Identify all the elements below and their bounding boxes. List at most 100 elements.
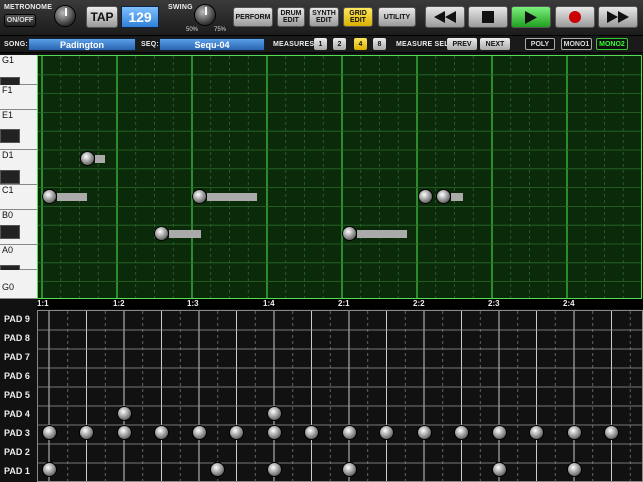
song-label: SONG: (4, 41, 28, 48)
play-button[interactable] (511, 6, 551, 28)
drum-hit[interactable] (42, 462, 57, 477)
note-length[interactable] (357, 230, 407, 238)
timeline-ruler[interactable]: 1:1 1:2 1:3 1:4 2:1 2:2 2:3 2:4 (37, 299, 643, 309)
metronome-label: METRONOME (4, 4, 53, 11)
note-length[interactable] (207, 193, 257, 201)
note-grid[interactable] (37, 55, 642, 299)
pad-label: PAD 2 (4, 447, 30, 457)
drum-hit[interactable] (267, 406, 282, 421)
swing-max-label: 75% (214, 27, 227, 33)
beat-marker: 2:1 (338, 299, 350, 308)
tap-tempo-button[interactable]: TAP (86, 6, 118, 28)
key-c1[interactable]: C1 (0, 185, 37, 210)
pad-label: PAD 1 (4, 466, 30, 476)
drum-hit[interactable] (42, 425, 57, 440)
note[interactable] (418, 189, 433, 204)
fast-forward-button[interactable] (598, 6, 638, 28)
metronome-onoff-button[interactable]: ON/OFF (4, 14, 36, 27)
measures-2-button[interactable]: 2 (333, 38, 346, 50)
drum-hit[interactable] (229, 425, 244, 440)
pad-label: PAD 9 (4, 314, 30, 324)
note[interactable] (154, 226, 169, 241)
drum-hit[interactable] (342, 425, 357, 440)
drum-hit[interactable] (417, 425, 432, 440)
stop-icon (482, 11, 494, 23)
drum-hit[interactable] (604, 425, 619, 440)
measures-label: MEASURES: (273, 41, 317, 48)
drum-hit[interactable] (267, 425, 282, 440)
drum-hit[interactable] (210, 462, 225, 477)
drum-hit[interactable] (342, 462, 357, 477)
pad-label: PAD 4 (4, 409, 30, 419)
key-label: G1 (2, 55, 15, 65)
black-key[interactable] (0, 225, 20, 239)
drum-hit[interactable] (529, 425, 544, 440)
song-name-field[interactable]: Padington (28, 38, 136, 51)
next-measure-button[interactable]: NEXT (480, 38, 510, 50)
measures-8-button[interactable]: 8 (373, 38, 386, 50)
piano-roll-keys: G1 F1 E1 D1 C1 B0 A0 G0 (0, 55, 37, 299)
perform-mode-button[interactable]: PERFORM (233, 7, 273, 27)
pad-label: PAD 7 (4, 352, 30, 362)
pad-grid-lines (38, 311, 642, 481)
drum-hit[interactable] (567, 425, 582, 440)
rewind-icon (434, 11, 456, 23)
note-length[interactable] (169, 230, 201, 238)
drum-hit[interactable] (492, 462, 507, 477)
drum-hit[interactable] (79, 425, 94, 440)
pad-label: PAD 8 (4, 333, 30, 343)
bpm-display[interactable]: 129 (121, 6, 159, 28)
utility-mode-button[interactable]: UTILITY (378, 7, 416, 27)
note-length[interactable] (57, 193, 87, 201)
drum-hit[interactable] (304, 425, 319, 440)
prev-measure-button[interactable]: PREV (447, 38, 477, 50)
mono2-mode-button[interactable]: MONO2 (596, 38, 628, 50)
beat-marker: 2:2 (413, 299, 425, 308)
key-label: A0 (2, 245, 14, 255)
play-icon (525, 10, 537, 24)
measures-1-button[interactable]: 1 (314, 38, 327, 50)
note[interactable] (42, 189, 57, 204)
drum-hit[interactable] (567, 462, 582, 477)
drum-edit-mode-button[interactable]: DRUM EDIT (277, 7, 305, 27)
grid-edit-mode-button[interactable]: GRID EDIT (343, 7, 373, 27)
swing-min-label: 50% (186, 27, 199, 33)
drum-hit[interactable] (492, 425, 507, 440)
drum-hit[interactable] (379, 425, 394, 440)
note-length[interactable] (451, 193, 463, 201)
sequence-name-field[interactable]: Sequ-04 (159, 38, 265, 51)
black-key[interactable] (0, 129, 20, 143)
key-label: F1 (2, 85, 13, 95)
measures-4-button[interactable]: 4 (354, 38, 367, 50)
pad-labels: PAD 9 PAD 8 PAD 7 PAD 6 PAD 5 PAD 4 PAD … (0, 310, 37, 482)
drum-hit[interactable] (267, 462, 282, 477)
rewind-button[interactable] (425, 6, 465, 28)
drum-hit[interactable] (192, 425, 207, 440)
pad-label: PAD 6 (4, 371, 30, 381)
note[interactable] (342, 226, 357, 241)
mono1-mode-button[interactable]: MONO1 (561, 38, 592, 50)
stop-button[interactable] (468, 6, 508, 28)
measure-sel-label: MEASURE SEL: (396, 41, 452, 48)
metronome-volume-knob[interactable] (54, 5, 76, 27)
drum-hit[interactable] (117, 425, 132, 440)
record-button[interactable] (555, 6, 595, 28)
seq-label: SEQ: (141, 41, 159, 48)
swing-knob[interactable] (194, 4, 216, 26)
drum-pad-grid[interactable] (37, 310, 643, 482)
key-label: D1 (2, 150, 14, 160)
note[interactable] (80, 151, 95, 166)
drum-hit[interactable] (154, 425, 169, 440)
key-g0[interactable]: G0 (0, 270, 37, 299)
key-f1[interactable]: F1 (0, 85, 37, 110)
synth-edit-mode-button[interactable]: SYNTH EDIT (309, 7, 339, 27)
drum-hit[interactable] (117, 406, 132, 421)
poly-mode-button[interactable]: POLY (525, 38, 555, 50)
black-key[interactable] (0, 170, 20, 184)
pad-label: PAD 5 (4, 390, 30, 400)
note[interactable] (192, 189, 207, 204)
fast-forward-icon (607, 11, 629, 23)
note[interactable] (436, 189, 451, 204)
note-length[interactable] (95, 155, 105, 163)
drum-hit[interactable] (454, 425, 469, 440)
